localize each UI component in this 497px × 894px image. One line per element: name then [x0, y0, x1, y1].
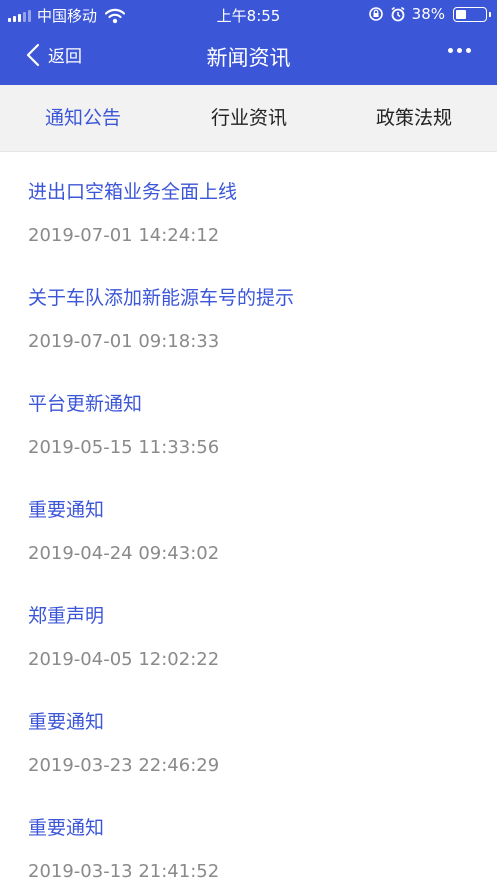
news-item[interactable]: 重要通知 2019-04-24 09:43:02: [28, 470, 468, 576]
news-date: 2019-03-23 22:46:29: [28, 755, 220, 776]
alarm-icon: [391, 6, 405, 22]
tab-policies[interactable]: 政策法规: [331, 85, 497, 151]
news-item[interactable]: 平台更新通知 2019-05-15 11:33:56: [28, 364, 468, 470]
header: 中国移动 上午8:55 38% 返回 新闻资讯: [0, 0, 497, 85]
news-title: 重要通知: [28, 499, 105, 521]
nav-bar: 返回 新闻资讯: [0, 30, 497, 85]
news-date: 2019-07-01 14:24:12: [28, 225, 220, 246]
news-item[interactable]: 重要通知 2019-03-23 22:46:29: [28, 682, 468, 788]
news-date: 2019-04-05 12:02:22: [28, 649, 220, 670]
news-title: 进出口空箱业务全面上线: [28, 181, 238, 203]
news-title: 平台更新通知: [28, 393, 143, 415]
dot: [466, 48, 471, 53]
news-title: 重要通知: [28, 711, 105, 733]
news-title: 郑重声明: [28, 605, 105, 627]
news-date: 2019-04-24 09:43:02: [28, 543, 220, 564]
news-date: 2019-05-15 11:33:56: [28, 437, 220, 458]
back-label: 返回: [48, 47, 82, 67]
tab-bar: 通知公告 行业资讯 政策法规: [0, 85, 497, 152]
news-item[interactable]: 进出口空箱业务全面上线 2019-07-01 14:24:12: [28, 152, 468, 258]
chevron-left-icon: [26, 43, 40, 66]
battery-fill: [456, 9, 466, 19]
rotation-lock-icon: [368, 7, 383, 21]
tab-notices[interactable]: 通知公告: [0, 85, 166, 151]
news-title: 重要通知: [28, 817, 105, 839]
tab-industry-news[interactable]: 行业资讯: [166, 85, 332, 151]
status-right: 38%: [368, 5, 491, 23]
dot: [457, 48, 462, 53]
status-bar: 中国移动 上午8:55 38%: [0, 0, 497, 30]
dot: [448, 48, 453, 53]
news-date: 2019-07-01 09:18:33: [28, 331, 220, 352]
more-button[interactable]: [448, 48, 471, 53]
news-item[interactable]: 重要通知 2019-03-13 21:41:52: [28, 788, 468, 894]
back-button[interactable]: 返回: [26, 42, 82, 67]
battery-icon: [453, 6, 491, 22]
news-item[interactable]: 郑重声明 2019-04-05 12:02:22: [28, 576, 468, 682]
battery-percent: 38%: [411, 5, 445, 23]
news-title: 关于车队添加新能源车号的提示: [28, 287, 295, 309]
news-item[interactable]: 关于车队添加新能源车号的提示 2019-07-01 09:18:33: [28, 258, 468, 364]
news-date: 2019-03-13 21:41:52: [28, 861, 220, 882]
